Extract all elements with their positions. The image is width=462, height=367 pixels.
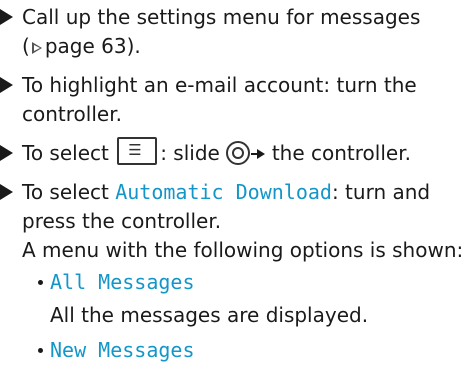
triangle-bullet-icon — [0, 145, 13, 161]
step-3-line-1: To select ☰: slide the controller. — [22, 136, 411, 170]
step-3-text-mid: : slide — [160, 141, 220, 165]
page-reference-link[interactable]: page 63 — [45, 34, 127, 58]
triangle-bullet-icon — [0, 184, 13, 200]
option-all-messages-label[interactable]: All Messages — [50, 265, 195, 299]
list-settings-key-icon: ☰ — [117, 137, 158, 165]
option-bullet-dot — [38, 348, 43, 353]
right-arrow-icon — [250, 149, 265, 159]
automatic-download-menu-item[interactable]: Automatic Download — [115, 180, 332, 204]
step-1-paren-close: ). — [126, 34, 141, 58]
step-3-text-before: To select — [22, 141, 109, 165]
step-2-line-2: controller. — [22, 102, 122, 126]
step-4-line-3: A menu with the following options is sho… — [22, 238, 462, 262]
option-new-messages-label[interactable]: New Messages — [50, 333, 195, 367]
triangle-bullet-icon — [0, 9, 13, 25]
step-1-line-2: ( page 63). — [22, 29, 141, 63]
step-3-text-after: the controller. — [271, 141, 411, 165]
page-reference-triangle-icon — [31, 42, 42, 54]
triangle-bullet-icon — [0, 77, 13, 93]
step-1-paren-open: ( — [22, 34, 30, 58]
option-all-messages-description: All the messages are displayed. — [50, 303, 369, 327]
step-4-text-after: : turn and — [331, 180, 431, 204]
step-4-text-before: To select — [22, 180, 109, 204]
controller-knob-icon — [225, 141, 250, 165]
option-bullet-dot — [38, 280, 43, 285]
